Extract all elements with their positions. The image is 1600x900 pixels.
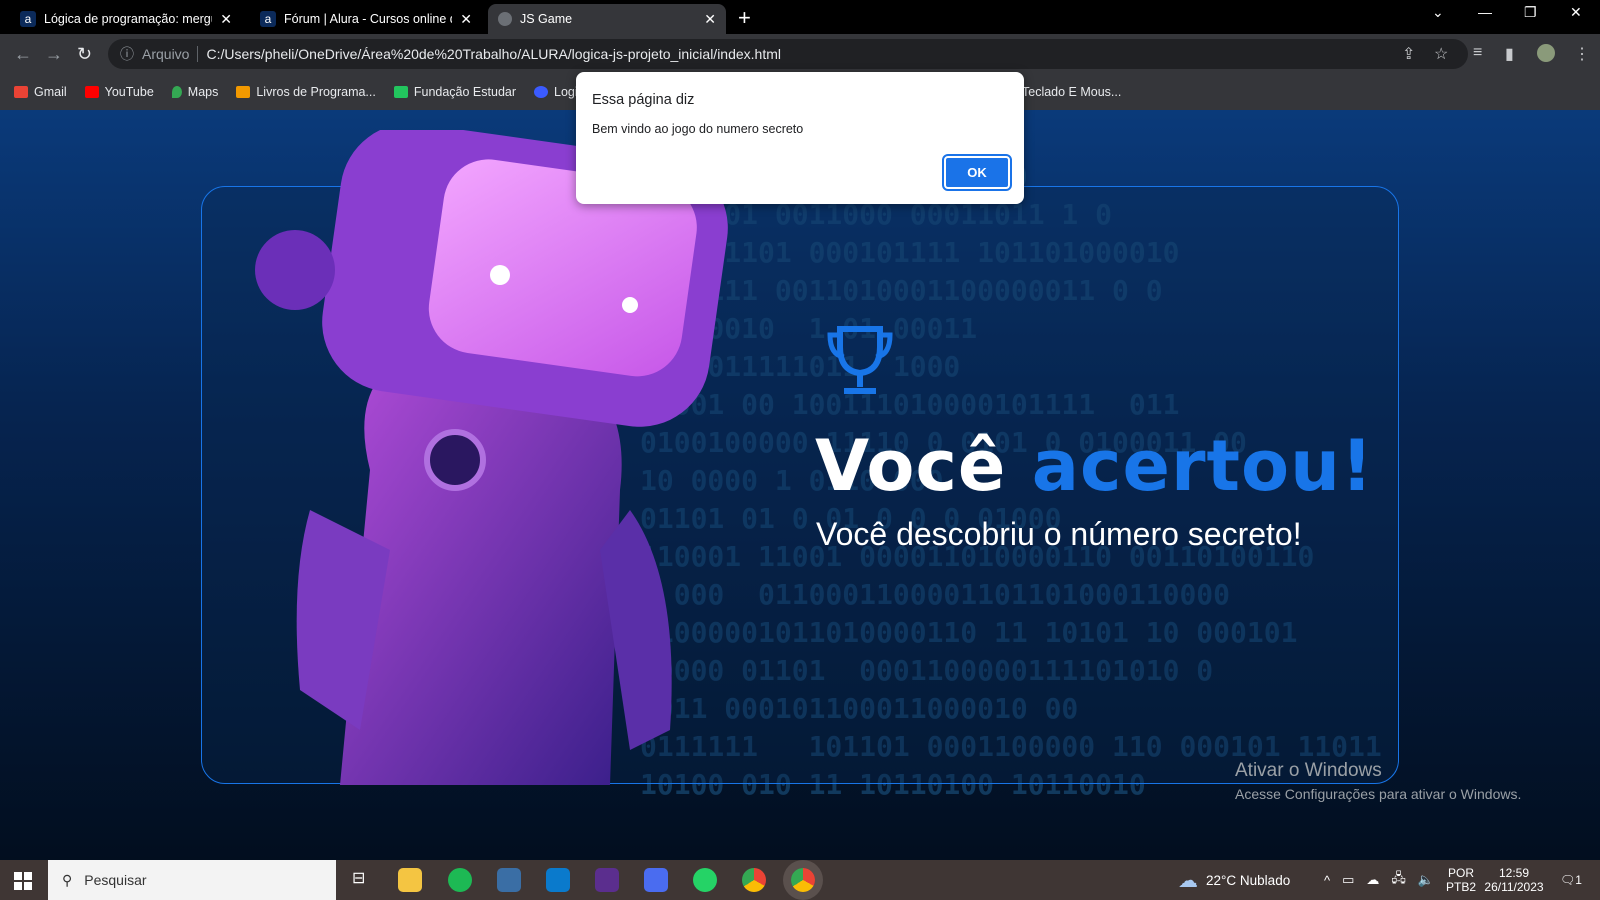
clock[interactable]: 12:59 26/11/2023	[1482, 860, 1546, 900]
search-placeholder: Pesquisar	[84, 872, 147, 888]
whatsapp-icon[interactable]	[693, 868, 717, 892]
bookmark-label: YouTube	[104, 85, 154, 99]
logi-icon	[534, 86, 549, 98]
browser-toolbar: ← → ↻ ⓘ Arquivo C:/Users/pheli/OneDrive/…	[0, 34, 1600, 74]
menu-icon[interactable]: ⋮	[1574, 44, 1590, 64]
alert-dialog: Essa página diz Bem vindo ao jogo do num…	[576, 72, 1024, 204]
language-indicator[interactable]: POR PTB2	[1446, 860, 1476, 900]
maximize-button[interactable]: ❐	[1524, 4, 1537, 21]
alura-favicon-icon: a	[260, 11, 276, 27]
bookmark-maps[interactable]: Maps	[171, 85, 219, 99]
dialog-message: Bem vindo ao jogo do numero secreto	[592, 122, 804, 136]
profile-avatar[interactable]	[1537, 44, 1555, 62]
vscode-icon[interactable]	[546, 868, 570, 892]
watermark-subtitle: Acesse Configurações para ativar o Windo…	[1235, 786, 1522, 802]
tab-title: Fórum | Alura - Cursos online de	[284, 12, 453, 26]
back-button[interactable]: ←	[14, 44, 32, 65]
side-panel-icon[interactable]: ▮	[1505, 44, 1514, 64]
minimize-button[interactable]: —	[1478, 4, 1492, 20]
tab-forum[interactable]: a Fórum | Alura - Cursos online de ✕	[250, 4, 482, 34]
bookmark-label: Teclado E Mous...	[1022, 85, 1122, 99]
lang-code: POR	[1448, 866, 1475, 880]
spotify-icon[interactable]	[448, 868, 472, 892]
game-page: 10 0110100101101100001 000 01010010 1000…	[0, 110, 1600, 860]
bookmark-label: Livros de Programa...	[256, 85, 376, 99]
volume-icon[interactable]: 🔈	[1418, 872, 1434, 888]
heading-accent-text: acertou!	[1031, 425, 1374, 507]
info-icon[interactable]: ⓘ	[120, 44, 134, 64]
astronaut-robot-illustration	[255, 130, 728, 785]
activate-windows-watermark: Ativar o Windows Acesse Configurações pa…	[1235, 760, 1521, 802]
scheme-label: Arquivo	[142, 46, 199, 62]
close-tab-icon[interactable]: ✕	[220, 11, 232, 28]
ok-button[interactable]: OK	[942, 154, 1012, 191]
date-text: 26/11/2023	[1484, 880, 1544, 894]
tab-search-icon[interactable]: ⌄	[1432, 4, 1444, 21]
chevron-up-icon[interactable]: ^	[1324, 873, 1330, 888]
new-tab-button[interactable]: +	[738, 5, 751, 31]
bookmark-gmail[interactable]: Gmail	[14, 85, 67, 99]
trophy-icon	[827, 326, 893, 394]
share-icon[interactable]: ⇪	[1402, 44, 1415, 64]
windows-start-button[interactable]	[14, 872, 32, 890]
cloud-icon: ☁	[1178, 869, 1198, 892]
search-icon: ⚲	[62, 871, 73, 888]
notifications-button[interactable]: 🗨 1	[1560, 860, 1582, 900]
windows-taskbar: ⚲ Pesquisar ⊟ ☁ 22°C Nublado ^ ▭ ☁ 🖧 🔈 POR PTB2…	[0, 860, 1600, 900]
close-tab-icon[interactable]: ✕	[460, 11, 472, 28]
reload-button[interactable]: ↻	[77, 44, 92, 65]
taskbar-search[interactable]: ⚲ Pesquisar	[48, 860, 336, 900]
bookmark-fundacao-estudar[interactable]: Fundação Estudar	[393, 85, 517, 99]
fundacao-icon	[393, 86, 408, 98]
bookmark-label: Fundação Estudar	[413, 85, 517, 99]
notification-count: 1	[1575, 873, 1582, 887]
device-icon[interactable]: ▭	[1342, 872, 1354, 888]
bookmark-label: Gmail	[34, 85, 67, 99]
close-tab-icon[interactable]: ✕	[704, 11, 716, 28]
bookmark-label: Logi	[554, 85, 578, 99]
bookmark-star-icon[interactable]: ☆	[1434, 44, 1448, 64]
heading-text: Você	[815, 425, 1007, 507]
gmail-icon	[14, 86, 28, 98]
chrome-active-icon[interactable]	[791, 868, 815, 892]
bookmark-label: Maps	[187, 85, 219, 99]
keyboard-layout: PTB2	[1446, 880, 1477, 894]
bookmark-youtube[interactable]: YouTube	[84, 85, 154, 99]
youtube-icon	[84, 86, 99, 98]
bookmark-livros[interactable]: Livros de Programa...	[236, 85, 376, 99]
app-icon[interactable]	[595, 868, 619, 892]
address-bar[interactable]: ⓘ Arquivo C:/Users/pheli/OneDrive/Área%2…	[108, 39, 1468, 69]
url-text: C:/Users/pheli/OneDrive/Área%20de%20Trab…	[206, 46, 781, 62]
forward-button[interactable]: →	[45, 44, 63, 65]
tab-title: JS Game	[520, 12, 573, 26]
watermark-title: Ativar o Windows	[1235, 760, 1382, 781]
calculator-icon[interactable]	[497, 868, 521, 892]
tab-js-game[interactable]: JS Game ✕	[488, 4, 726, 34]
result-heading: Você acertou!	[815, 425, 1374, 507]
notification-icon: 🗨	[1560, 873, 1576, 887]
close-window-button[interactable]: ✕	[1570, 4, 1582, 21]
system-tray: ^ ▭ ☁ 🖧 🔈	[1324, 860, 1434, 900]
globe-icon	[498, 12, 512, 26]
bookmark-logi[interactable]: Logi	[534, 85, 578, 99]
task-view-icon[interactable]: ⊟	[352, 868, 376, 892]
livros-icon	[236, 86, 251, 98]
chrome-icon[interactable]	[742, 868, 766, 892]
file-explorer-icon[interactable]	[398, 868, 422, 892]
alura-favicon-icon: a	[20, 11, 36, 27]
time-text: 12:59	[1498, 866, 1530, 880]
app-icon-2[interactable]	[644, 868, 668, 892]
network-icon[interactable]: 🖧	[1391, 869, 1406, 891]
tab-title: Lógica de programação: mergulhe	[44, 12, 212, 26]
bookmark-teclado[interactable]: Teclado E Mous...	[1022, 85, 1121, 99]
weather-widget[interactable]: ☁ 22°C Nublado	[1178, 860, 1290, 900]
dialog-title: Essa página diz	[592, 92, 695, 108]
result-subtitle: Você descobriu o número secreto!	[816, 516, 1302, 552]
reading-list-icon[interactable]: ≡	[1473, 44, 1482, 62]
maps-pin-icon	[171, 86, 182, 98]
onedrive-icon[interactable]: ☁	[1366, 872, 1379, 888]
tab-bar: a Lógica de programação: mergulhe ✕ a Fó…	[0, 0, 1600, 34]
tab-logica[interactable]: a Lógica de programação: mergulhe ✕	[10, 4, 242, 34]
weather-text: 22°C Nublado	[1206, 872, 1291, 888]
